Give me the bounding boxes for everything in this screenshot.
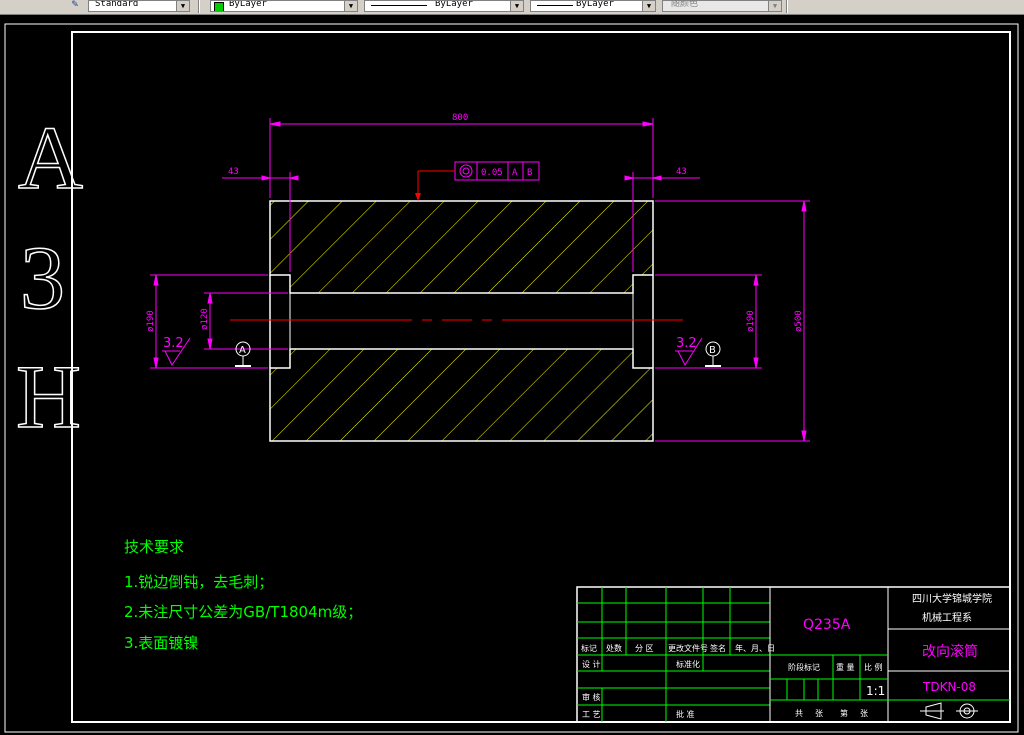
tech-requirement-item: 2.未注尺寸公差为GB/T1804m级； xyxy=(124,603,362,621)
dim-bore-left: ø190 xyxy=(146,310,156,332)
title-block: 标记 处数 分 区 更改文件号 签名 年、月、日 设 计 标准化 审 核 工 艺… xyxy=(576,586,1011,723)
linetype-select[interactable]: ByLayer ▼ xyxy=(364,0,524,12)
tb-label-date: 年、月、日 xyxy=(735,643,775,653)
toolbar-separator xyxy=(198,0,200,13)
tb-material: Q235A xyxy=(803,617,851,633)
technical-requirements: 技术要求 1.锐边倒钝，去毛刺； 2.未注尺寸公差为GB/T1804m级； 3.… xyxy=(124,538,362,652)
chevron-down-icon[interactable]: ▼ xyxy=(768,1,781,11)
tb-school: 四川大学锦城学院 xyxy=(912,592,992,605)
tb-drawing-no: TDKN-08 xyxy=(922,680,976,694)
tb-label-approve: 批 准 xyxy=(676,709,695,719)
tb-label-sheet: 张 xyxy=(815,709,823,718)
chevron-down-icon[interactable]: ▼ xyxy=(176,1,189,11)
tolerance-value: 0.05 xyxy=(481,168,503,178)
roughness-right-value: 3.2 xyxy=(676,336,697,351)
roughness-left-value: 3.2 xyxy=(163,336,184,351)
tb-label-design: 设 计 xyxy=(582,659,601,669)
tb-label-zone: 分 区 xyxy=(635,644,654,653)
tolerance-datum-b: B xyxy=(527,168,532,178)
tb-label-count: 处数 xyxy=(606,643,622,653)
tb-label-page-no: 第 xyxy=(840,708,848,718)
dim-outer-diameter: ø500 xyxy=(794,310,804,332)
chevron-down-icon[interactable]: ▼ xyxy=(510,1,523,11)
text-style-select[interactable]: Standard ▼ xyxy=(88,0,190,12)
lineweight-value: ByLayer xyxy=(576,0,614,9)
tb-label-mark: 标记 xyxy=(581,643,597,653)
drawing-canvas[interactable]: A 3 H 800 43 43 ø190 ø120 ø190 ø500 0.05… xyxy=(0,14,1024,735)
dim-right-step: 43 xyxy=(676,167,687,177)
chevron-down-icon[interactable]: ▼ xyxy=(642,1,655,11)
linetype-sample xyxy=(371,5,427,6)
tb-label-page-sheet: 张 xyxy=(860,709,868,718)
size-mark-a: A xyxy=(18,109,83,208)
color-select[interactable]: ByLayer ▼ xyxy=(210,0,358,12)
roughness-right: 3.2 xyxy=(675,336,703,367)
roughness-left: 3.2 xyxy=(162,336,191,366)
tb-label-total: 共 xyxy=(795,709,803,718)
tb-label-weight: 重 量 xyxy=(836,662,855,672)
tb-label-stage-mark: 阶段标记 xyxy=(788,662,820,672)
tech-requirements-title: 技术要求 xyxy=(124,538,184,556)
tb-department: 机械工程系 xyxy=(922,611,972,624)
tolerance-frame: 0.05 A B xyxy=(415,161,540,201)
circular-runout-icon xyxy=(459,164,473,178)
tolerance-datum-a: A xyxy=(512,168,518,178)
plot-style-select[interactable]: 随颜色 ▼ xyxy=(662,0,782,12)
tb-part-name: 改向滚筒 xyxy=(922,643,978,660)
tb-scale-value: 1:1 xyxy=(866,684,885,698)
text-style-value: Standard xyxy=(95,0,139,9)
datum-b-letter: B xyxy=(709,345,716,356)
tb-label-change-doc: 更改文件号 xyxy=(668,643,708,653)
color-swatch xyxy=(214,2,224,11)
tb-label-review: 审 核 xyxy=(582,692,601,702)
dim-shaft-left: ø120 xyxy=(200,308,210,330)
tb-label-standardize: 标准化 xyxy=(676,659,700,669)
plot-style-value: 随颜色 xyxy=(671,0,699,9)
datum-b-symbol: B xyxy=(705,341,721,367)
properties-toolbar: ✎ Standard ▼ ByLayer ▼ ByLayer ▼ ByLayer… xyxy=(0,0,1024,15)
dim-overall-length: 800 xyxy=(452,113,468,123)
lineweight-sample xyxy=(537,5,573,6)
tech-requirement-item: 3.表面镀镍 xyxy=(124,634,198,652)
chevron-down-icon[interactable]: ▼ xyxy=(344,1,357,11)
tb-label-process: 工 艺 xyxy=(582,710,601,719)
datum-a-symbol: A xyxy=(235,341,251,367)
toolbar-separator xyxy=(786,0,788,13)
tb-label-signature: 签名 xyxy=(710,643,726,653)
linetype-value: ByLayer xyxy=(435,0,473,9)
tb-label-scale: 比 例 xyxy=(864,662,883,672)
projection-symbol-icon xyxy=(920,702,978,720)
text-style-icon[interactable]: ✎ xyxy=(68,0,82,12)
size-mark-3: 3 xyxy=(20,229,65,328)
lineweight-select[interactable]: ByLayer ▼ xyxy=(530,0,656,12)
color-value: ByLayer xyxy=(229,0,267,9)
tech-requirement-item: 1.锐边倒钝，去毛刺； xyxy=(124,573,273,591)
datum-a-letter: A xyxy=(239,345,246,356)
size-mark-h: H xyxy=(16,348,81,447)
dim-left-step: 43 xyxy=(228,167,239,177)
dim-bore-right: ø190 xyxy=(746,310,756,332)
